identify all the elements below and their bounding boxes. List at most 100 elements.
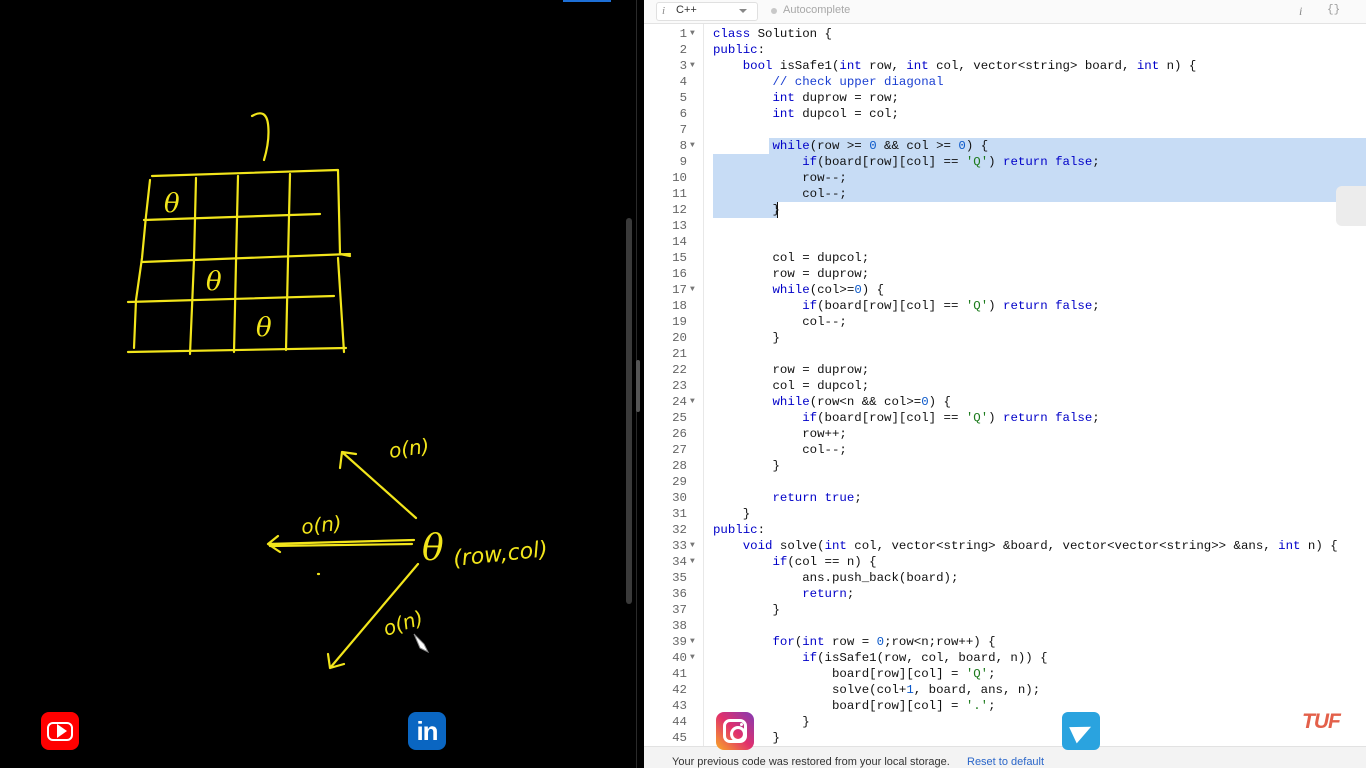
code-line[interactable]: 31 } — [644, 506, 1366, 522]
whiteboard-panel[interactable]: θ θ θ θ o(n) o(n) o(n) (row,col) — [0, 0, 640, 768]
code-text: public: — [713, 523, 766, 537]
code-line[interactable]: 24 ▼ while(row<n && col>=0) { — [644, 394, 1366, 410]
line-number: 16 — [672, 267, 687, 281]
code-line[interactable]: 29 — [644, 474, 1366, 490]
format-code-icon[interactable]: {} — [1327, 4, 1340, 16]
code-line[interactable]: 20 } — [644, 330, 1366, 346]
line-number: 29 — [672, 475, 687, 489]
code-text: if(board[row][col] == 'Q') return false; — [802, 411, 1100, 425]
fold-arrow-icon[interactable]: ▼ — [690, 26, 695, 42]
code-line[interactable]: 38 — [644, 618, 1366, 634]
code-text: } — [713, 507, 751, 521]
language-info-icon[interactable]: i — [662, 5, 665, 17]
code-line[interactable]: 32 public: — [644, 522, 1366, 538]
code-text: // check upper diagonal — [772, 75, 944, 89]
code-line[interactable]: 28 } — [644, 458, 1366, 474]
code-line[interactable]: 9 if(board[row][col] == 'Q') return fals… — [644, 154, 1366, 170]
code-text: class Solution { — [713, 27, 832, 41]
code-line[interactable]: 13 — [644, 218, 1366, 234]
fold-arrow-icon[interactable]: ▼ — [690, 394, 695, 410]
complexity-label-top: o(n) — [387, 434, 430, 463]
line-number: 1 — [679, 27, 687, 41]
code-line[interactable]: 6 int dupcol = col; — [644, 106, 1366, 122]
line-number: 23 — [672, 379, 687, 393]
code-line[interactable]: 17 ▼ while(col>=0) { — [644, 282, 1366, 298]
code-line[interactable]: 10 row--; — [644, 170, 1366, 186]
fold-arrow-icon[interactable]: ▼ — [690, 554, 695, 570]
code-line[interactable]: 43 board[row][col] = '.'; — [644, 698, 1366, 714]
code-line[interactable]: 15 col = dupcol; — [644, 250, 1366, 266]
code-line[interactable]: 14 — [644, 234, 1366, 250]
code-line[interactable]: 16 row = duprow; — [644, 266, 1366, 282]
code-line[interactable]: 7 — [644, 122, 1366, 138]
whiteboard-scrollbar[interactable] — [626, 218, 632, 604]
code-line[interactable]: 18 if(board[row][col] == 'Q') return fal… — [644, 298, 1366, 314]
status-bar: Your previous code was restored from you… — [644, 746, 1366, 768]
line-number: 42 — [672, 683, 687, 697]
code-line[interactable]: 19 col--; — [644, 314, 1366, 330]
code-text: col = dupcol; — [713, 251, 870, 265]
code-text: } — [713, 603, 780, 617]
autocomplete-toggle[interactable] — [771, 8, 777, 14]
line-number: 36 — [672, 587, 687, 601]
youtube-icon[interactable] — [41, 712, 79, 750]
line-number: 24 — [672, 395, 687, 409]
fold-arrow-icon[interactable]: ▼ — [690, 58, 695, 74]
line-number: 9 — [679, 155, 687, 169]
linkedin-icon[interactable]: in — [408, 712, 446, 750]
code-line[interactable]: 5 int duprow = row; — [644, 90, 1366, 106]
telegram-icon[interactable] — [1062, 712, 1100, 750]
line-number: 39 — [672, 635, 687, 649]
code-line[interactable]: 26 row++; — [644, 426, 1366, 442]
code-area[interactable]: 1 ▼ class Solution {2 public: 3 ▼ bool isSafe… — [644, 24, 1366, 746]
code-line[interactable]: 39 ▼ for(int row = 0;row<n;row++) { — [644, 634, 1366, 650]
code-line[interactable]: 1 ▼ class Solution { — [644, 26, 1366, 42]
fold-arrow-icon[interactable]: ▼ — [690, 282, 695, 298]
grid-line-v1 — [188, 176, 198, 356]
fold-arrow-icon[interactable]: ▼ — [690, 634, 695, 650]
code-line[interactable]: 33 ▼ void solve(int col, vector<string> &… — [644, 538, 1366, 554]
code-line[interactable]: 11 col--; — [644, 186, 1366, 202]
code-line[interactable]: 3 ▼ bool isSafe1(int row, int col, vector… — [644, 58, 1366, 74]
code-line[interactable]: 42 solve(col+1, board, ans, n); — [644, 682, 1366, 698]
code-line[interactable]: 40 ▼ if(isSafe1(row, col, board, n)) { — [644, 650, 1366, 666]
panel-resize-handle[interactable] — [636, 360, 640, 412]
code-text: col--; — [713, 315, 847, 329]
code-line[interactable]: 36 return; — [644, 586, 1366, 602]
code-line[interactable]: 4 // check upper diagonal — [644, 74, 1366, 90]
line-number: 38 — [672, 619, 687, 633]
code-text: row = duprow; — [713, 363, 870, 377]
code-text: col = dupcol; — [713, 379, 870, 393]
reset-to-default-link[interactable]: Reset to default — [967, 756, 1044, 768]
info-icon[interactable]: i — [1299, 4, 1302, 19]
code-line[interactable]: 12 } — [644, 202, 1366, 218]
code-line[interactable]: 30 return true; — [644, 490, 1366, 506]
code-editor[interactable]: i C++ Autocomplete i {} 1 ▼ class Solution… — [644, 0, 1366, 768]
autocomplete-label[interactable]: Autocomplete — [783, 4, 850, 16]
line-number: 6 — [679, 107, 687, 121]
code-text: col--; — [713, 187, 847, 201]
code-text: } — [713, 331, 780, 345]
code-line[interactable]: 8 ▼ while(row >= 0 && col >= 0) { — [644, 138, 1366, 154]
code-line[interactable]: 22 row = duprow; — [644, 362, 1366, 378]
code-line[interactable]: 34 ▼ if(col == n) { — [644, 554, 1366, 570]
fold-arrow-icon[interactable]: ▼ — [690, 538, 695, 554]
complexity-label-left: o(n) — [300, 511, 343, 539]
fold-arrow-icon[interactable]: ▼ — [690, 650, 695, 666]
linkedin-logo-text: in — [416, 715, 438, 746]
code-line[interactable]: 2 public: — [644, 42, 1366, 58]
line-number: 10 — [672, 171, 687, 185]
side-panel-tab[interactable] — [1336, 186, 1366, 226]
chevron-down-icon[interactable] — [739, 9, 747, 13]
code-line[interactable]: 27 col--; — [644, 442, 1366, 458]
code-line[interactable]: 37 } — [644, 602, 1366, 618]
fold-arrow-icon[interactable]: ▼ — [690, 138, 695, 154]
code-line[interactable]: 25 if(board[row][col] == 'Q') return fal… — [644, 410, 1366, 426]
code-line[interactable]: 35 ans.push_back(board); — [644, 570, 1366, 586]
code-line[interactable]: 41 board[row][col] = 'Q'; — [644, 666, 1366, 682]
code-text: public: — [713, 43, 766, 57]
instagram-icon[interactable] — [716, 712, 754, 750]
code-line[interactable]: 23 col = dupcol; — [644, 378, 1366, 394]
line-number: 12 — [672, 203, 687, 217]
code-line[interactable]: 21 — [644, 346, 1366, 362]
